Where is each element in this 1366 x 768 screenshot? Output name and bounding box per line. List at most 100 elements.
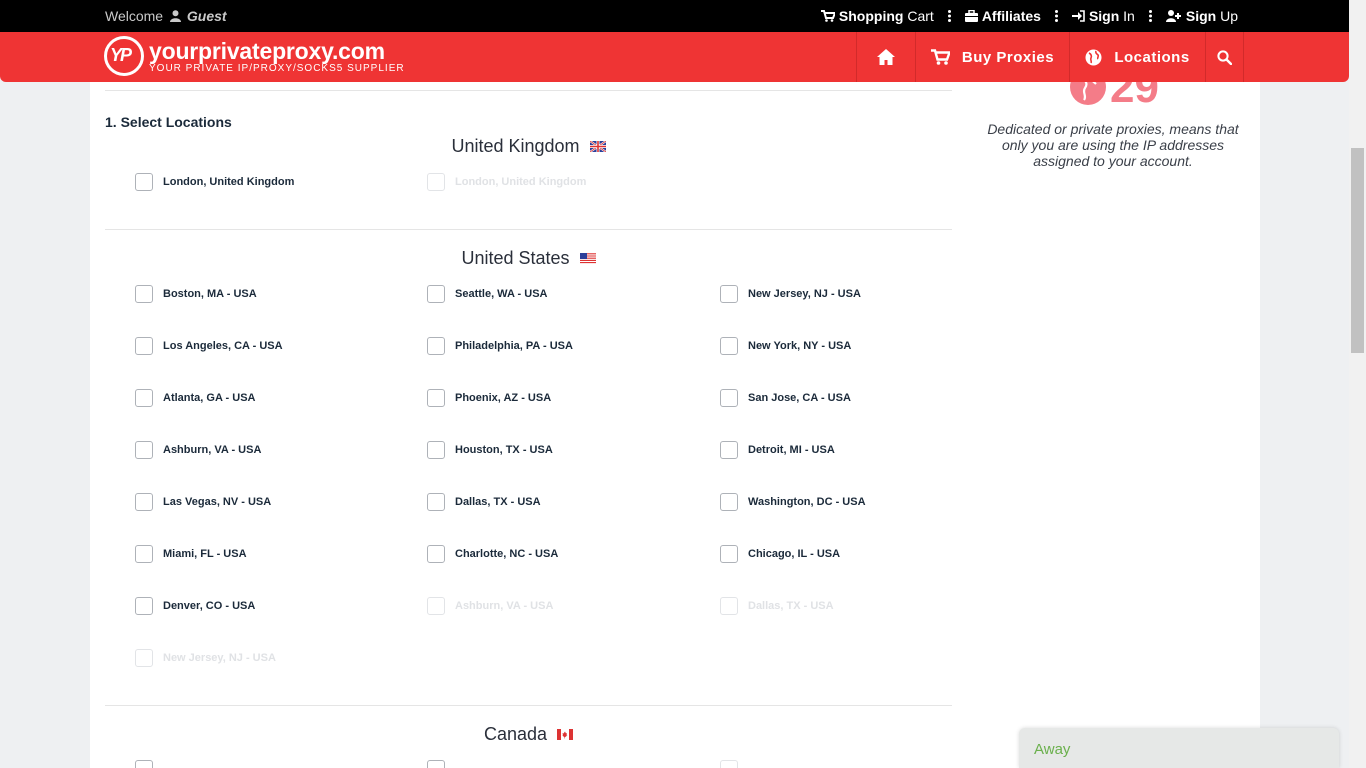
checkbox <box>427 597 445 615</box>
nav-buy-proxies[interactable]: Buy Proxies <box>915 32 1069 82</box>
username: Guest <box>186 8 227 24</box>
location-label: Ashburn, VA - USA <box>455 600 554 612</box>
checkbox[interactable] <box>135 760 153 768</box>
location-label: London, United Kingdom <box>455 176 587 188</box>
checkbox[interactable] <box>720 389 738 407</box>
location-checkbox[interactable]: New Jersey, NJ - USA <box>720 285 861 303</box>
sign-up-link[interactable]: Sign Up <box>1165 8 1238 24</box>
logo-name: yourprivateproxy.com <box>149 37 385 64</box>
checkbox[interactable] <box>135 389 153 407</box>
location-checkbox[interactable]: Los Angeles, CA - USA <box>135 337 283 355</box>
location-checkbox[interactable]: London, United Kingdom <box>135 173 294 191</box>
location-checkbox[interactable]: Seattle, WA - USA <box>427 285 548 303</box>
nav-search[interactable] <box>1205 32 1244 82</box>
checkbox[interactable] <box>135 441 153 459</box>
location-checkbox-partial[interactable] <box>427 760 455 768</box>
checkbox <box>427 173 445 191</box>
checkbox[interactable] <box>720 441 738 459</box>
location-checkbox[interactable]: Denver, CO - USA <box>135 597 255 615</box>
main-nav: Buy Proxies Locations <box>856 32 1244 82</box>
nav-locations-label: Locations <box>1114 48 1190 66</box>
chat-status: Away <box>1034 741 1071 758</box>
location-label: Dallas, TX - USA <box>455 496 541 508</box>
location-checkbox[interactable]: Detroit, MI - USA <box>720 441 835 459</box>
user-plus-icon <box>1165 10 1181 22</box>
divider <box>105 229 952 230</box>
location-label: Charlotte, NC - USA <box>455 548 559 560</box>
checkbox[interactable] <box>427 493 445 511</box>
checkbox[interactable] <box>135 337 153 355</box>
location-checkbox[interactable]: Boston, MA - USA <box>135 285 257 303</box>
page-scrollbar[interactable] <box>1349 0 1366 768</box>
sign-in-label: Sign <box>1088 8 1120 24</box>
location-checkbox-partial[interactable] <box>135 760 163 768</box>
country-heading-canada: Canada <box>105 724 952 745</box>
location-checkbox[interactable]: Dallas, TX - USA <box>427 493 541 511</box>
affiliates-link[interactable]: Affiliates <box>964 8 1041 24</box>
main-header: yourprivateproxy.com YOUR PRIVATE IP/PRO… <box>0 32 1349 82</box>
top-links: Shopping Cart Affiliates Sign In Sign Up <box>820 8 1238 24</box>
chat-widget[interactable]: Away <box>1019 728 1339 768</box>
checkbox[interactable] <box>720 337 738 355</box>
divider <box>105 90 952 91</box>
site-logo[interactable]: yourprivateproxy.com YOUR PRIVATE IP/PRO… <box>104 36 405 76</box>
location-label: Philadelphia, PA - USA <box>455 340 573 352</box>
location-checkbox[interactable]: San Jose, CA - USA <box>720 389 851 407</box>
location-checkbox-disabled: Dallas, TX - USA <box>720 597 834 615</box>
checkbox <box>720 760 738 768</box>
location-checkbox[interactable]: Philadelphia, PA - USA <box>427 337 573 355</box>
checkbox[interactable] <box>135 545 153 563</box>
location-checkbox[interactable]: Ashburn, VA - USA <box>135 441 261 459</box>
logo-icon <box>104 36 144 76</box>
checkbox[interactable] <box>720 545 738 563</box>
checkbox[interactable] <box>135 285 153 303</box>
location-checkbox[interactable]: Washington, DC - USA <box>720 493 866 511</box>
location-checkbox-partial <box>720 760 748 768</box>
us-flag-icon <box>579 253 596 264</box>
location-checkbox[interactable]: Charlotte, NC - USA <box>427 545 558 563</box>
checkbox[interactable] <box>135 597 153 615</box>
location-checkbox[interactable]: Houston, TX - USA <box>427 441 553 459</box>
welcome-label: Welcome <box>105 8 164 24</box>
checkbox[interactable] <box>135 493 153 511</box>
scrollbar-thumb[interactable] <box>1351 148 1364 353</box>
checkbox[interactable] <box>427 760 445 768</box>
sign-in-link[interactable]: Sign In <box>1071 8 1135 24</box>
shopping-cart-link[interactable]: Shopping Cart <box>820 8 934 24</box>
location-label: Miami, FL - USA <box>163 548 247 560</box>
location-checkbox[interactable]: Atlanta, GA - USA <box>135 389 256 407</box>
checkbox[interactable] <box>427 285 445 303</box>
uk-flag-icon <box>589 141 606 152</box>
top-bar: Welcome Guest Shopping Cart Affiliates S… <box>0 0 1366 32</box>
nav-locations[interactable]: Locations <box>1069 32 1205 82</box>
search-icon <box>1217 49 1232 65</box>
checkbox[interactable] <box>427 337 445 355</box>
welcome-text: Welcome Guest <box>105 8 227 24</box>
checkbox[interactable] <box>135 173 153 191</box>
sign-up-rest: Up <box>1220 8 1238 24</box>
checkbox[interactable] <box>720 493 738 511</box>
location-checkbox[interactable]: Chicago, IL - USA <box>720 545 840 563</box>
globe-icon <box>1085 49 1102 65</box>
checkbox[interactable] <box>720 285 738 303</box>
shopping-label: Shopping <box>838 8 904 24</box>
location-label: Denver, CO - USA <box>163 600 256 612</box>
location-checkbox[interactable]: Phoenix, AZ - USA <box>427 389 551 407</box>
nav-home[interactable] <box>856 32 915 82</box>
checkbox[interactable] <box>427 545 445 563</box>
checkbox[interactable] <box>427 389 445 407</box>
location-checkbox-disabled: London, United Kingdom <box>427 173 586 191</box>
separator <box>1054 10 1058 22</box>
location-label: London, United Kingdom <box>163 176 295 188</box>
checkbox[interactable] <box>427 441 445 459</box>
location-checkbox[interactable]: Las Vegas, NV - USA <box>135 493 271 511</box>
sidebar-description: Dedicated or private proxies, means that… <box>987 121 1239 169</box>
country-heading-uk: United Kingdom <box>105 136 952 157</box>
country-name: United States <box>461 248 570 268</box>
country-name: Canada <box>483 724 548 744</box>
country-heading-us: United States <box>105 248 952 269</box>
location-checkbox[interactable]: New York, NY - USA <box>720 337 851 355</box>
location-label: Boston, MA - USA <box>163 288 257 300</box>
location-checkbox[interactable]: Miami, FL - USA <box>135 545 247 563</box>
briefcase-icon <box>964 10 978 22</box>
